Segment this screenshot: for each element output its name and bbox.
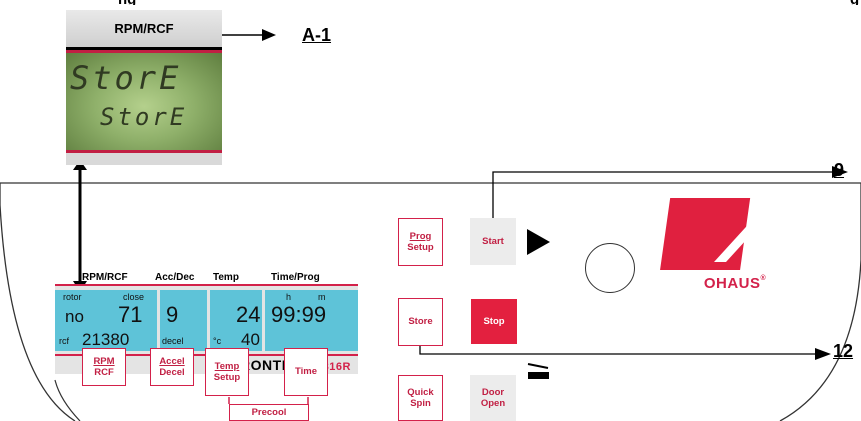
prog-key-bottom: Setup [407, 242, 434, 253]
temp-key-top: Temp [214, 360, 240, 372]
rcf-value: 21380 [82, 330, 130, 349]
inset-header: RPM/RCF [66, 10, 222, 47]
door-open-button[interactable]: Door Open [470, 375, 516, 421]
callout-12: 12 [833, 341, 854, 361]
close-label: close [123, 292, 145, 302]
lcd-temp-segment: 24 °c 40 [210, 290, 262, 351]
accel-key-top: Accel [159, 355, 185, 367]
inset-lcd-line1: StorE [70, 59, 182, 97]
display-top-stripe [55, 284, 358, 286]
header-time-prog: Time/Prog [271, 272, 320, 283]
rpm-value: 71 [118, 302, 143, 327]
a1-arrow-head [262, 29, 276, 41]
lcd-accdec-segment: 9 decel [160, 290, 207, 351]
prog-key-top: Prog [409, 230, 432, 242]
minutes-label: m [318, 292, 326, 302]
rcf-label: rcf [59, 336, 69, 346]
start-button[interactable]: Start [470, 218, 516, 265]
door-lid-line [527, 363, 549, 369]
temp-key-bottom: Setup [213, 372, 241, 383]
header-rpm-rcf: RPM/RCF [82, 272, 128, 283]
callout-9: 9 [834, 160, 845, 180]
header-temp: Temp [213, 272, 239, 283]
time-key-label: Time [294, 366, 317, 378]
callout-12-arrow [815, 348, 831, 360]
door-key-bottom: Open [480, 398, 506, 409]
rpm-key-bottom: RCF [94, 367, 114, 378]
time-button[interactable]: Time [284, 348, 328, 396]
play-icon [527, 229, 550, 255]
accel-decel-button[interactable]: Accel Decel [150, 348, 194, 386]
door-key-top: Door [481, 386, 505, 398]
temp-setup-button[interactable]: Temp Setup [205, 348, 249, 396]
logo-registered: ® [760, 275, 767, 282]
stop-button[interactable]: Stop [471, 299, 517, 344]
rpm-key-top: RPM [93, 355, 115, 367]
quick-key-top: Quick [407, 386, 434, 398]
lcd-rpm-segment: rotor close no 71 rcf 21380 [55, 290, 157, 351]
stop-key-label: Stop [483, 316, 505, 327]
rotor-label: rotor [63, 292, 82, 302]
ohaus-logo-mark [660, 198, 778, 270]
inset-bottom-bezel [66, 153, 222, 165]
callout-a1: A-1 [302, 25, 332, 45]
zoomed-display-inset: RPM/RCF StorE StorE [66, 10, 222, 165]
accel-key-bottom: Decel [159, 367, 185, 378]
rotor-value: no [65, 307, 84, 326]
prog-setup-button[interactable]: Prog Setup [398, 218, 443, 266]
temp-value: 24 [236, 302, 261, 327]
inset-lcd: StorE StorE [66, 50, 222, 153]
inset-lcd-line2: StorE [100, 103, 188, 131]
store-button[interactable]: Store [398, 298, 443, 346]
temp-unit: °c [213, 336, 222, 346]
store-key-label: Store [408, 316, 433, 328]
temp-setpoint: 40 [241, 330, 260, 349]
control-knob[interactable] [585, 243, 635, 293]
lcd-time-segment: h m 99:99 [265, 290, 358, 351]
header-acc-dec: Acc/Dec [155, 272, 195, 283]
hours-label: h [286, 292, 292, 302]
quick-spin-button[interactable]: Quick Spin [398, 375, 443, 421]
ohaus-logo-text: OHAUS® [683, 275, 787, 292]
quick-key-bottom: Spin [410, 398, 431, 409]
door-open-icon [528, 372, 549, 379]
inset-header-label: RPM/RCF [114, 21, 174, 36]
precool-label: Precool [229, 404, 309, 421]
time-value: 99:99 [271, 302, 327, 327]
decel-label: decel [162, 336, 184, 346]
start-key-label: Start [482, 235, 504, 247]
logo-name: OHAUS [703, 275, 761, 292]
rpm-rcf-button[interactable]: RPM RCF [82, 348, 126, 386]
acc-value: 9 [166, 302, 179, 327]
